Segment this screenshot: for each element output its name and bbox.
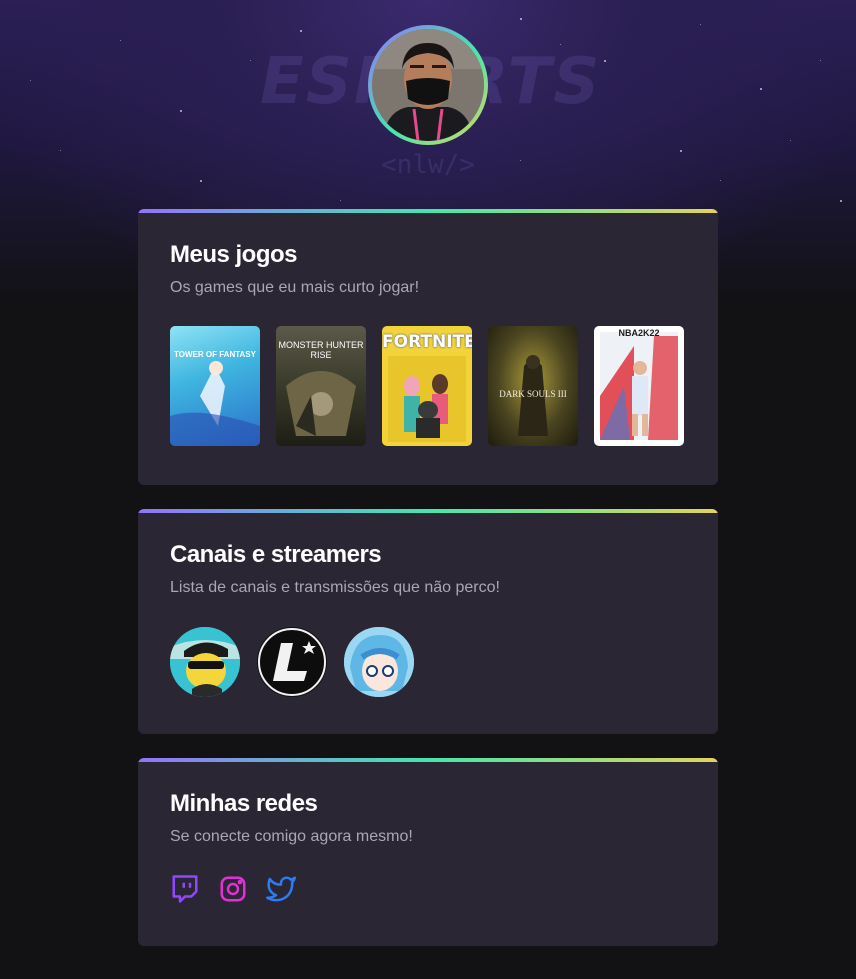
game-cover-monster-hunter-rise[interactable]: MONSTER HUNTER RISE [276, 326, 366, 446]
social-title: Minhas redes [170, 790, 318, 817]
channels-card: Canais e streamers Lista de canais e tra… [138, 509, 718, 734]
channels-list [170, 627, 686, 697]
games-title: Meus jogos [170, 241, 298, 268]
game-cover-title: FORTNITE [382, 332, 472, 352]
channels-subtitle: Lista de canais e transmissões que não p… [170, 579, 500, 596]
game-cover-tower-of-fantasy[interactable]: TOWER OF FANTASY [170, 326, 260, 446]
game-cover-nba-2k22[interactable]: NBA2K22 [594, 326, 684, 446]
channels-title: Canais e streamers [170, 541, 382, 568]
channel-avatar-1[interactable] [170, 627, 240, 697]
game-cover-dark-souls-iii[interactable]: DARK SOULS III [488, 326, 578, 446]
avatar-photo-icon [372, 29, 484, 141]
games-subtitle: Os games que eu mais curto jogar! [170, 279, 420, 296]
social-subtitle: Se conecte comigo agora mesmo! [170, 828, 413, 845]
social-links [170, 874, 686, 904]
game-cover-fortnite[interactable]: FORTNITE [382, 326, 472, 446]
instagram-icon[interactable] [218, 874, 248, 904]
twitch-icon[interactable] [170, 874, 200, 904]
game-cover-title: NBA2K22 [618, 328, 660, 338]
game-cover-title: MONSTER HUNTER RISE [278, 340, 364, 360]
channel-avatar-3[interactable] [344, 627, 414, 697]
twitter-icon[interactable] [266, 874, 296, 904]
profile-avatar [368, 25, 488, 145]
game-cover-title: TOWER OF FANTASY [174, 350, 256, 359]
game-cover-title: DARK SOULS III [499, 389, 567, 399]
event-watermark-sub: <nlw/> [381, 150, 475, 180]
letter-l-logo-icon [258, 628, 326, 696]
games-list: TOWER OF FANTASY MONSTER HUNTER RISE FOR… [170, 326, 686, 446]
anime-avatar-icon [344, 627, 414, 697]
channel-avatar-2[interactable] [257, 627, 327, 697]
games-card: Meus jogos Os games que eu mais curto jo… [138, 209, 718, 485]
social-card: Minhas redes Se conecte comigo agora mes… [138, 758, 718, 946]
cartoon-avatar-icon [170, 627, 240, 697]
